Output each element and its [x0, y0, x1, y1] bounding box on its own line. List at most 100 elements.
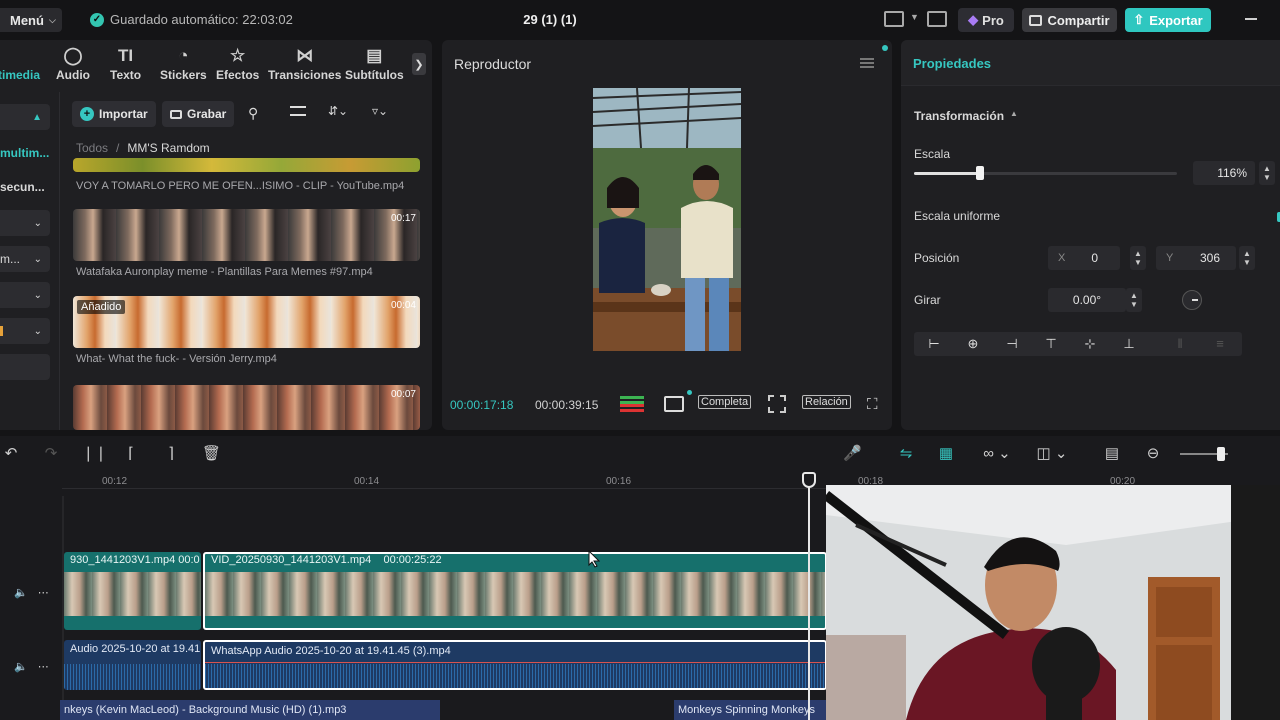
fullscreen-icon[interactable]: ⛶ — [867, 396, 878, 413]
search-icon[interactable]: ⚲ — [248, 105, 258, 122]
menu-button[interactable]: Menú ⌵ — [0, 8, 62, 32]
breadcrumb-all[interactable]: Todos — [76, 141, 108, 155]
view-icon[interactable] — [290, 106, 306, 116]
video-clip[interactable]: 930_1441203V1.mp4 00:0 — [64, 552, 201, 630]
zoom-out-icon[interactable]: ⊖ — [1144, 445, 1162, 463]
media-thumbnail[interactable] — [73, 158, 420, 172]
trim-right-icon[interactable]: ⌉ — [162, 445, 180, 463]
rotate-input[interactable]: 0.00° — [1048, 288, 1126, 312]
distribute-v-icon[interactable]: ≡ — [1212, 336, 1228, 352]
record-button[interactable]: Grabar — [162, 101, 235, 127]
sidebar-item-secondary[interactable]: secun... — [0, 174, 50, 200]
split-icon[interactable]: ❘❘ — [82, 445, 107, 463]
sidebar-item-multimedia[interactable]: multim... — [0, 140, 50, 166]
redo-icon[interactable]: ↷ — [42, 445, 60, 463]
sidebar-item-empty[interactable] — [0, 354, 50, 380]
align-center-h-icon[interactable]: ⊕ — [965, 336, 981, 352]
player-title: Reproductor — [454, 56, 532, 72]
more-icon[interactable]: ⋯ — [38, 660, 49, 673]
align-right-icon[interactable]: ⊣ — [1004, 336, 1020, 352]
speaker-icon[interactable]: 🔈 — [14, 660, 28, 673]
sidebar-item-m[interactable]: m... ⌄ — [0, 246, 50, 272]
sidebar-dropdown[interactable]: ⌄ — [0, 318, 50, 344]
zoom-slider[interactable] — [1180, 447, 1228, 461]
ratio-button[interactable]: Relación — [802, 395, 851, 409]
menu-icon[interactable] — [860, 58, 874, 68]
transform-section[interactable]: Transformación ▲ — [914, 109, 1018, 123]
position-x-stepper[interactable]: ▲ ▼ — [1130, 246, 1146, 270]
music-clip[interactable]: Monkeys Spinning Monkeys — [674, 700, 827, 720]
fit-icon[interactable]: ▤ — [1103, 445, 1121, 463]
video-preview[interactable] — [593, 88, 741, 351]
magnet-icon[interactable]: ⇋ — [897, 445, 915, 463]
minimize-icon[interactable] — [1245, 18, 1257, 20]
tab-subtitles[interactable]: ▤ Subtítulos — [345, 46, 404, 82]
scale-slider[interactable] — [914, 166, 1177, 180]
music-clip[interactable]: nkeys (Kevin MacLeod) - Background Music… — [60, 700, 440, 720]
media-thumbnail[interactable]: 00:17 — [73, 209, 420, 261]
tab-multimedia[interactable]: timedia — [0, 46, 40, 82]
cursor-icon — [588, 550, 600, 568]
speaker-icon[interactable]: 🔈 — [14, 586, 28, 599]
project-title[interactable]: 29 (1) (1) — [500, 12, 600, 27]
chevron-right-icon[interactable]: ❯ — [412, 53, 426, 75]
crop-icon[interactable] — [664, 396, 684, 412]
position-y-stepper[interactable]: ▲ ▼ — [1239, 246, 1255, 270]
pro-button[interactable]: ◆ Pro — [958, 8, 1014, 32]
clip-label: 930_1441203V1.mp4 00:0 — [70, 554, 200, 566]
chevron-down-icon: ⌄ — [33, 217, 42, 229]
scale-label: Escala — [914, 147, 951, 161]
sidebar-collapse[interactable]: ▲ — [0, 104, 50, 130]
scale-stepper[interactable]: ▲ ▼ — [1259, 161, 1275, 185]
tab-text[interactable]: TI Texto — [110, 46, 141, 82]
filter-icon[interactable]: ▿⌄ — [372, 104, 388, 118]
align-left-icon[interactable]: ⊢ — [926, 336, 942, 352]
media-thumbnail[interactable]: 00:07 — [73, 385, 420, 430]
auto-snap-icon[interactable]: ▦ — [937, 445, 955, 463]
position-x-input[interactable]: X 0 — [1048, 246, 1120, 270]
y-value: 306 — [1199, 251, 1220, 265]
screenshot-icon[interactable] — [768, 395, 786, 413]
trim-left-icon[interactable]: ⌈ — [122, 445, 140, 463]
align-center-v-icon[interactable]: ⊹ — [1082, 336, 1098, 352]
distribute-h-icon[interactable]: ‖ — [1172, 336, 1188, 352]
tab-transitions[interactable]: ⋈ Transiciones — [268, 46, 341, 82]
video-clip-selected[interactable]: VID_20250930_1441203V1.mp4 00:00:25:22 — [203, 552, 827, 630]
added-badge: Añadido — [77, 300, 126, 314]
delete-icon[interactable]: 🗑 — [202, 445, 221, 463]
align-top-icon[interactable]: ⊤ — [1043, 336, 1059, 352]
audio-clip-selected[interactable]: WhatsApp Audio 2025-10-20 at 19.41.45 (3… — [203, 640, 827, 690]
media-thumbnail[interactable]: Añadido 00:04 — [73, 296, 420, 348]
link-icon[interactable]: ∞ ⌄ — [977, 445, 1017, 463]
media-library: + Importar Grabar ⚲ ⇵⌄ ▿⌄ Todos / MM'S R… — [64, 92, 426, 430]
import-button[interactable]: + Importar — [72, 101, 156, 127]
playhead[interactable] — [808, 474, 810, 720]
more-icon[interactable]: ⋯ — [38, 586, 49, 599]
subtitles-icon: ▤ — [366, 46, 383, 65]
rotate-stepper[interactable]: ▲ ▼ — [1126, 288, 1142, 312]
sidebar-dropdown[interactable]: ⌄ — [0, 210, 50, 236]
rotate-dial[interactable] — [1182, 290, 1202, 310]
preview-axis-icon[interactable]: ◫ ⌄ — [1032, 445, 1072, 463]
audio-meter-icon[interactable] — [620, 396, 644, 412]
complete-button[interactable]: Completa — [698, 395, 752, 409]
tab-audio[interactable]: ◯ Audio — [56, 46, 90, 82]
tab-stickers[interactable]: ◔ Stickers — [160, 46, 207, 82]
audio-clip[interactable]: Audio 2025-10-20 at 19.41. — [64, 640, 201, 690]
playhead-handle[interactable] — [802, 472, 816, 488]
layout-icon[interactable] — [884, 11, 904, 27]
keyboard-icon[interactable] — [927, 11, 947, 27]
tab-effects[interactable]: ☆ Efectos — [216, 46, 259, 82]
microphone-icon[interactable]: 🎤 — [843, 445, 862, 463]
align-bottom-icon[interactable]: ⊥ — [1121, 336, 1137, 352]
sidebar-dropdown[interactable]: ⌄ — [0, 282, 50, 308]
sort-icon[interactable]: ⇵⌄ — [328, 104, 348, 118]
waveform — [205, 664, 825, 688]
share-button[interactable]: Compartir — [1022, 8, 1117, 32]
clip-label: Audio 2025-10-20 at 19.41. — [70, 643, 201, 655]
export-button[interactable]: ⇧ Exportar — [1125, 8, 1211, 32]
scale-input[interactable]: 116% — [1193, 161, 1255, 185]
chevron-down-icon[interactable]: ▼ — [910, 12, 919, 22]
undo-icon[interactable]: ↶ — [2, 445, 20, 463]
position-y-input[interactable]: Y 306 — [1156, 246, 1236, 270]
